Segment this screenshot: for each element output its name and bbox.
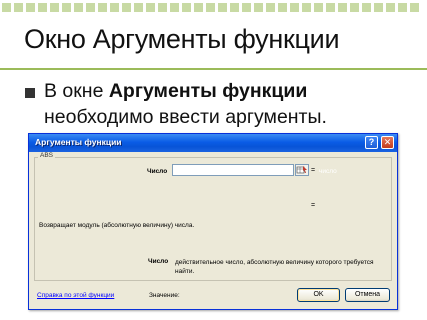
argument-label: Число <box>147 168 168 175</box>
argument-equals-sign: = <box>311 167 316 174</box>
function-groupbox: ABS Число = число = Возвращает модуль (а… <box>34 152 392 281</box>
cancel-button[interactable]: Отмена <box>345 288 390 302</box>
dialog-titlebar[interactable]: Аргументы функции ? ✕ <box>29 134 397 152</box>
collapse-dialog-icon[interactable] <box>295 164 309 176</box>
slide-title: Окно Аргументы функции <box>24 24 340 54</box>
bullet-square-icon <box>25 88 35 98</box>
function-name: ABS <box>38 152 56 159</box>
close-icon[interactable]: ✕ <box>381 136 394 149</box>
number-argument-input[interactable] <box>172 164 294 176</box>
bullet-text: В окне Аргументы функции необходимо ввес… <box>44 78 419 130</box>
argument-detail-label: Число <box>148 258 169 265</box>
range-select-icon <box>296 166 307 174</box>
bullet-bold: Аргументы функции <box>108 80 308 102</box>
argument-type-hint: число <box>319 168 337 175</box>
decorative-square-strip <box>0 0 427 16</box>
dialog-title: Аргументы функции <box>35 137 122 147</box>
function-description: Возвращает модуль (абсолютную величину) … <box>39 222 195 229</box>
result-equals-sign: = <box>311 202 316 209</box>
function-help-link[interactable]: Справка по этой функции <box>37 292 114 299</box>
argument-detail-text: действительное число, абсолютную величин… <box>175 259 374 275</box>
bullet-prefix: В окне <box>44 80 109 102</box>
help-icon[interactable]: ? <box>365 136 378 149</box>
value-label: Значение: <box>149 292 180 299</box>
bullet-suffix: необходимо ввести аргументы. <box>44 106 327 128</box>
function-arguments-dialog: Аргументы функции ? ✕ ABS Число = число … <box>28 133 398 310</box>
title-underline <box>0 68 427 70</box>
ok-button[interactable]: OK <box>297 288 340 302</box>
